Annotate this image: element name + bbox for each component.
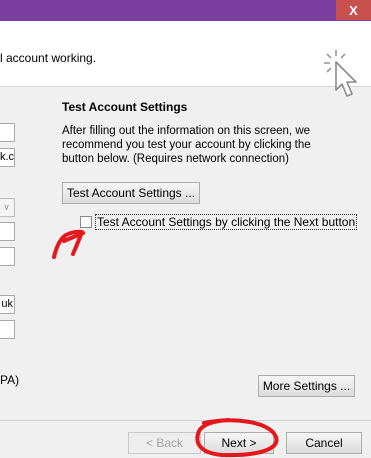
- incoming-server-field[interactable]: [0, 222, 15, 241]
- password-field[interactable]: [0, 320, 15, 339]
- test-account-settings-button[interactable]: Test Account Settings ...: [62, 182, 200, 204]
- header-band: l account working.: [0, 21, 371, 97]
- hand-drawn-arrow: [52, 229, 85, 259]
- section-description: After filling out the information on thi…: [62, 125, 311, 165]
- user-name-field[interactable]: uk: [0, 295, 15, 314]
- next-button[interactable]: Next >: [204, 432, 274, 454]
- section-title: Test Account Settings: [62, 100, 188, 114]
- cancel-button[interactable]: Cancel: [286, 432, 362, 454]
- account-settings-dialog: X l account working. k.cc ∨ uk PA) Test …: [0, 0, 371, 458]
- email-field[interactable]: k.cc: [0, 148, 15, 167]
- test-on-next-label[interactable]: Test Account Settings by clicking the Ne…: [95, 214, 358, 230]
- chevron-down-icon: ∨: [3, 202, 10, 212]
- more-settings-button[interactable]: More Settings ...: [258, 375, 355, 397]
- close-icon: X: [349, 2, 358, 18]
- test-on-next-checkbox[interactable]: [80, 216, 92, 228]
- setup-cursor-icon: [324, 50, 357, 97]
- test-on-next-option[interactable]: Test Account Settings by clicking the Ne…: [80, 214, 358, 230]
- title-bar: X: [0, 0, 371, 21]
- footer-divider: [0, 420, 371, 421]
- form-field-1[interactable]: [0, 123, 15, 142]
- back-button[interactable]: < Back: [128, 432, 201, 454]
- close-button[interactable]: X: [336, 0, 371, 20]
- header-text: l account working.: [0, 51, 97, 65]
- outgoing-server-field[interactable]: [0, 247, 15, 266]
- account-type-select[interactable]: ∨: [0, 198, 15, 217]
- spa-label: PA): [0, 373, 20, 387]
